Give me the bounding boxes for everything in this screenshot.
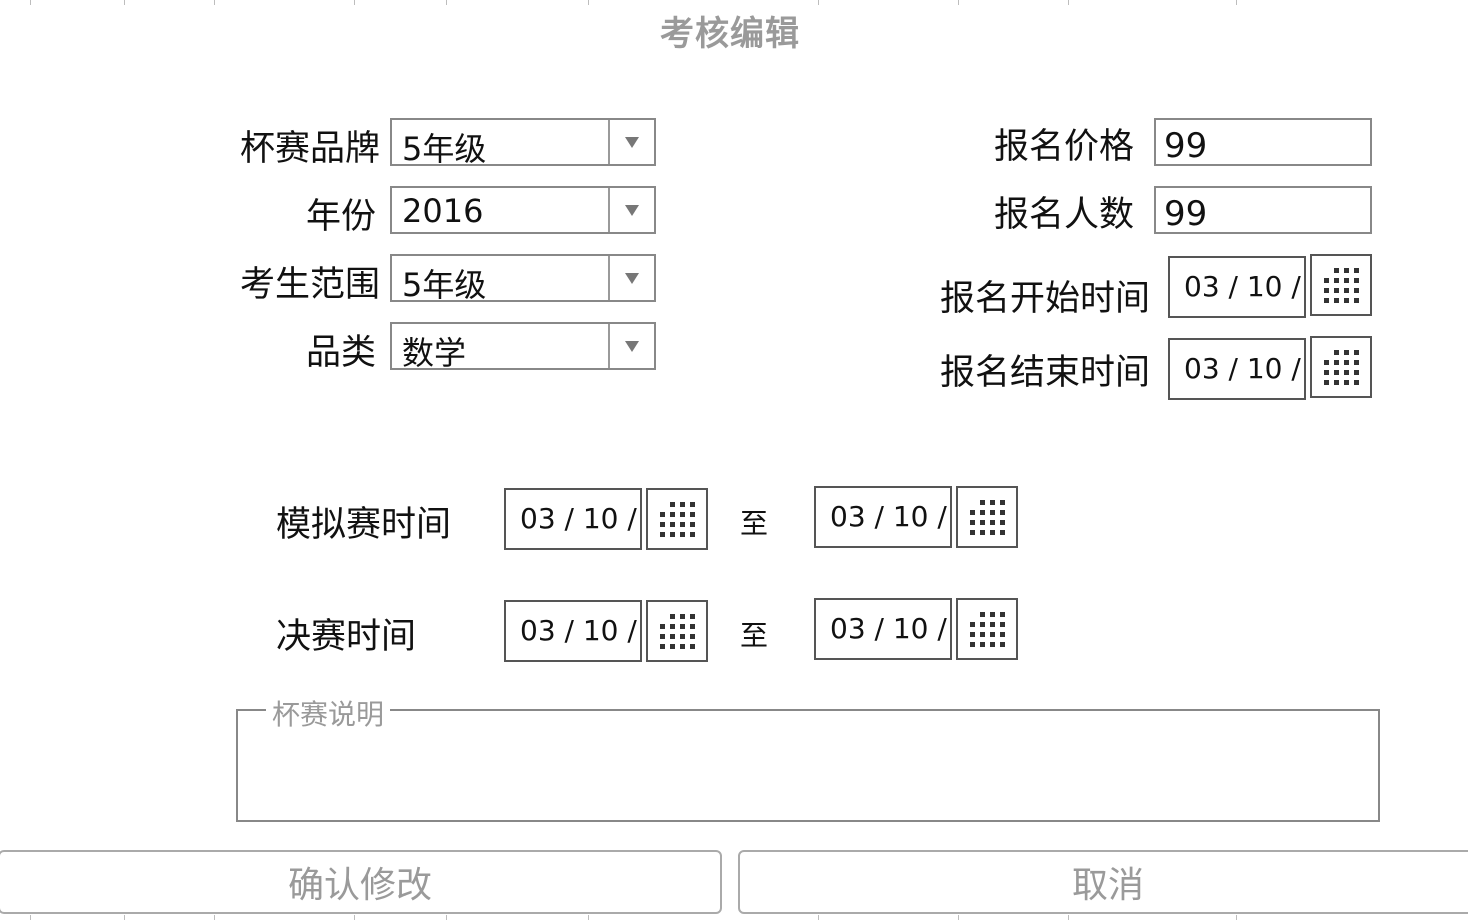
reg-end-value: 03 / 10 / <box>1184 352 1301 385</box>
reg-start-date-input[interactable]: 03 / 10 / <box>1168 256 1306 318</box>
dialog-title: 考核编辑 <box>660 14 800 54</box>
final-start-value: 03 / 10 / <box>520 614 637 647</box>
category-select[interactable]: 数学 <box>390 322 656 372</box>
final-end-calendar-button[interactable] <box>956 598 1018 660</box>
calendar-grid-icon <box>966 496 1010 540</box>
calendar-grid-icon <box>1320 264 1364 308</box>
final-end-date-input[interactable]: 03 / 10 / <box>814 598 952 660</box>
final-start-calendar-button[interactable] <box>646 600 708 662</box>
year-select[interactable]: 2016 <box>390 186 656 234</box>
description-legend: 杯赛说明 <box>266 693 391 733</box>
mock-to-label: 至 <box>740 507 769 540</box>
count-input[interactable]: 99 <box>1154 186 1372 234</box>
calendar-grid-icon <box>656 610 700 654</box>
year-value: 2016 <box>402 192 484 230</box>
price-label: 报名价格 <box>993 127 1134 167</box>
final-to-label: 至 <box>740 619 769 652</box>
calendar-grid-icon <box>656 498 700 542</box>
chevron-down-icon[interactable] <box>610 324 654 368</box>
brand-value: 5年级 <box>402 130 487 168</box>
year-label: 年份 <box>305 197 376 237</box>
count-value: 99 <box>1164 194 1208 234</box>
reg-end-label: 报名结束时间 <box>939 353 1150 393</box>
mock-end-value: 03 / 10 / <box>830 500 947 533</box>
final-time-label: 决赛时间 <box>276 617 417 657</box>
mock-end-calendar-button[interactable] <box>956 486 1018 548</box>
description-textarea[interactable] <box>236 709 1380 822</box>
reg-start-value: 03 / 10 / <box>1184 270 1301 303</box>
brand-select[interactable]: 5年级 <box>390 118 656 168</box>
mock-start-value: 03 / 10 / <box>520 502 637 535</box>
bottom-ruler <box>0 915 1468 921</box>
price-value: 99 <box>1164 126 1208 166</box>
mock-start-calendar-button[interactable] <box>646 488 708 550</box>
category-value: 数学 <box>402 334 467 372</box>
reg-start-calendar-button[interactable] <box>1310 254 1372 316</box>
range-label: 考生范围 <box>239 265 380 305</box>
price-input[interactable]: 99 <box>1154 118 1372 166</box>
cancel-button[interactable]: 取消 <box>738 850 1468 914</box>
range-value: 5年级 <box>402 266 487 304</box>
chevron-down-icon[interactable] <box>610 188 654 232</box>
final-end-value: 03 / 10 / <box>830 612 947 645</box>
confirm-button[interactable]: 确认修改 <box>0 850 722 914</box>
chevron-down-icon[interactable] <box>610 120 654 164</box>
calendar-grid-icon <box>1320 346 1364 390</box>
category-label: 品类 <box>305 333 376 373</box>
count-label: 报名人数 <box>993 195 1134 235</box>
mock-end-date-input[interactable]: 03 / 10 / <box>814 486 952 548</box>
mock-time-label: 模拟赛时间 <box>276 505 452 545</box>
reg-start-label: 报名开始时间 <box>939 279 1150 319</box>
chevron-down-icon[interactable] <box>610 256 654 300</box>
final-start-date-input[interactable]: 03 / 10 / <box>504 600 642 662</box>
reg-end-date-input[interactable]: 03 / 10 / <box>1168 338 1306 400</box>
range-select[interactable]: 5年级 <box>390 254 656 304</box>
reg-end-calendar-button[interactable] <box>1310 336 1372 398</box>
brand-label: 杯赛品牌 <box>239 129 380 169</box>
calendar-grid-icon <box>966 608 1010 652</box>
mock-start-date-input[interactable]: 03 / 10 / <box>504 488 642 550</box>
